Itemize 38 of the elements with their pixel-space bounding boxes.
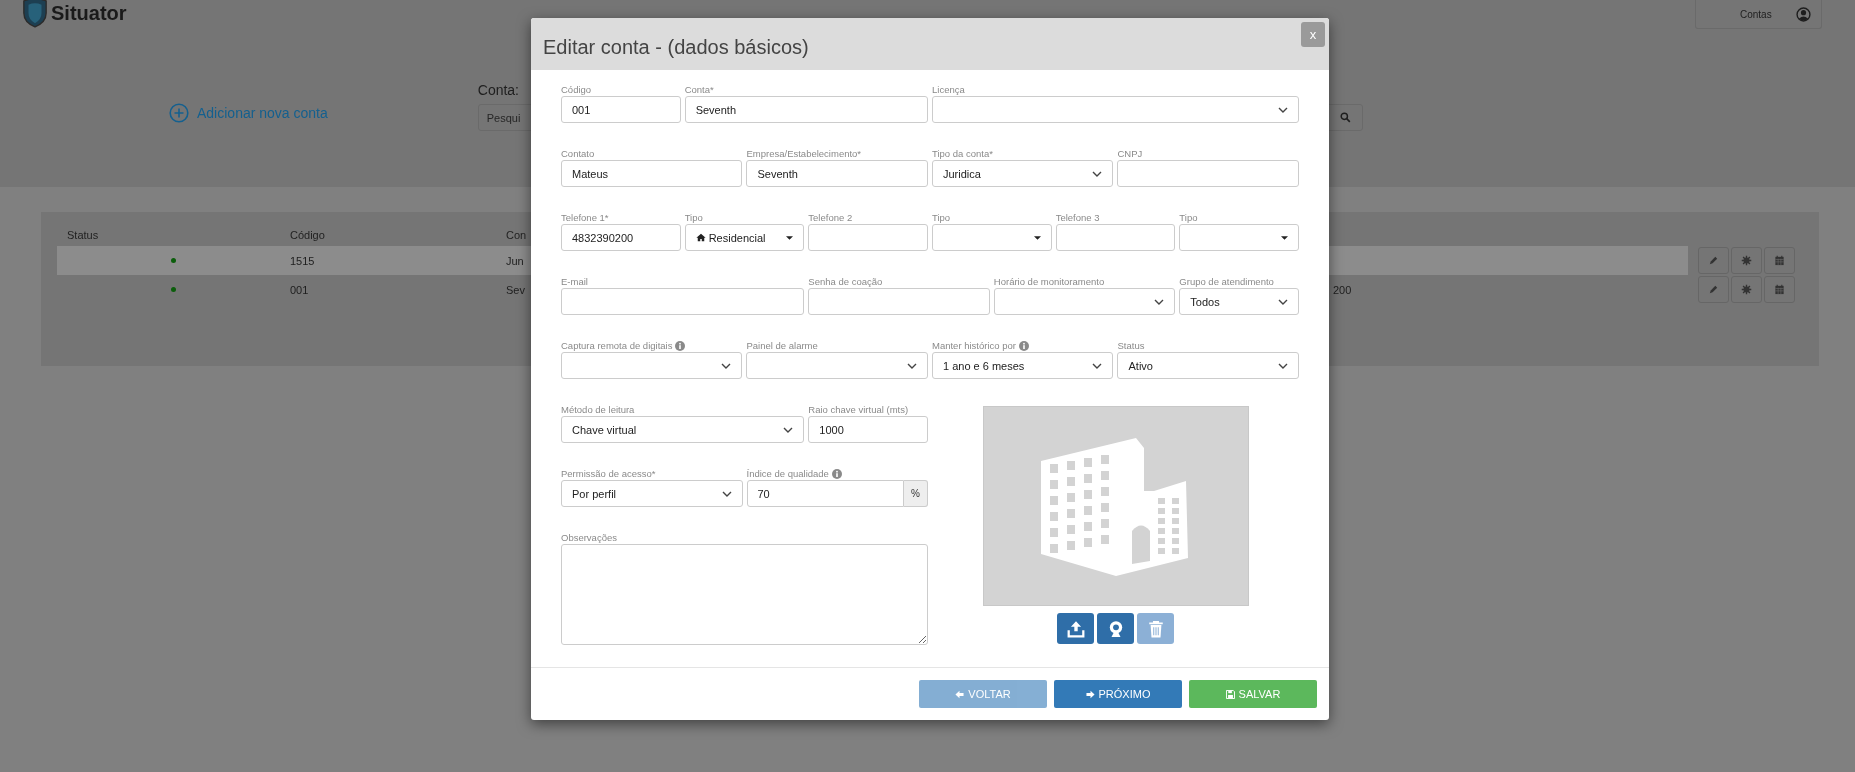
field-label: Observações: [561, 532, 617, 543]
table-cell: Jun: [506, 254, 524, 267]
field-label: Manter histórico por: [932, 340, 1016, 351]
table-cell: 001: [290, 283, 309, 296]
field-label: CNPJ: [1117, 148, 1143, 159]
field-label: Índice de qualidade: [746, 468, 829, 479]
field-label: Raio chave virtual (mts): [808, 404, 909, 415]
field-label: Telefone 1*: [561, 212, 609, 223]
search-label: Conta:: [477, 82, 519, 98]
field-label: Tipo: [684, 212, 703, 223]
field-label: Tipo: [1179, 212, 1198, 223]
dialog-title: Editar conta - (dados básicos): [543, 35, 809, 59]
column-header: Con: [506, 229, 527, 241]
field-label: Licença: [932, 84, 965, 95]
field-label: Conta*: [684, 84, 714, 95]
field-label: Horário de monitoramento: [993, 276, 1105, 287]
table-cell: Sev: [506, 283, 525, 296]
field-label: Grupo de atendimento: [1179, 276, 1274, 287]
field-label: Permissão de acesso*: [561, 468, 656, 479]
field-label: Empresa/Estabelecimento*: [746, 148, 862, 159]
table-cell: 1515: [290, 254, 315, 267]
unit-addon: %: [904, 480, 928, 507]
column-header: Código: [290, 229, 325, 241]
table-cell: 200: [1333, 283, 1352, 296]
field-label: Captura remota de digitais: [561, 340, 673, 351]
field-label: Código: [561, 84, 592, 95]
field-label: Telefone 3: [1055, 212, 1100, 223]
field-label: Tipo: [932, 212, 951, 223]
field-label: Status: [1117, 340, 1145, 351]
field-label: Método de leitura: [561, 404, 635, 415]
column-header: Status: [67, 229, 99, 241]
field-label: Contato: [561, 148, 595, 159]
field-label: Telefone 2: [808, 212, 853, 223]
field-label: Tipo da conta*: [932, 148, 993, 159]
field-label: E-mail: [561, 276, 588, 287]
field-label: Senha de coação: [808, 276, 883, 287]
field-label: Painel de alarme: [746, 340, 818, 351]
app-logo-text: Situator: [51, 1, 127, 25]
